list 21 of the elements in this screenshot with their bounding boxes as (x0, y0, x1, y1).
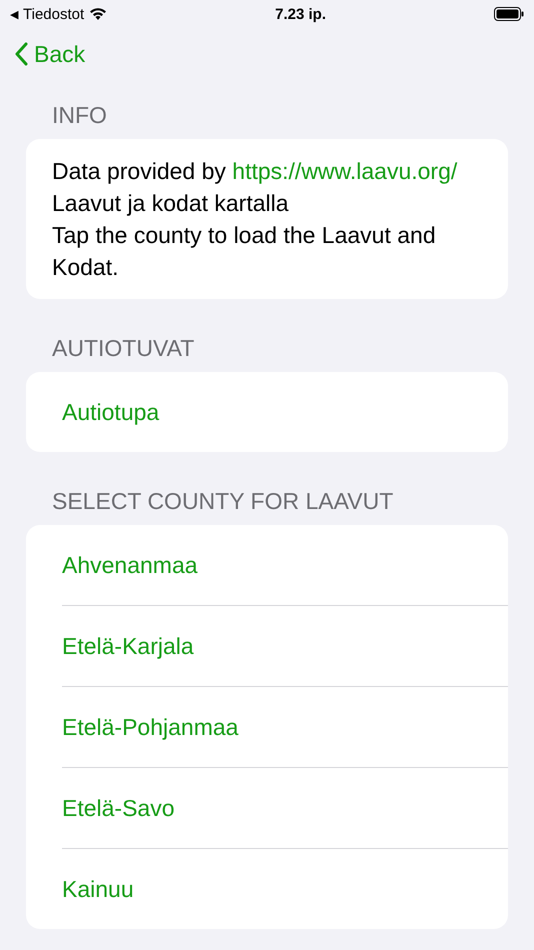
chevron-left-icon (14, 42, 28, 66)
back-indicator[interactable]: ◀ (10, 8, 18, 20)
website-link[interactable]: https://www.laavu.org/ (232, 158, 458, 184)
battery-icon (494, 7, 524, 21)
status-time: 7.23 ip. (275, 6, 326, 22)
section-header: INFO (52, 102, 108, 129)
info-text: Tap the county to load the Laavut and Kodat. (52, 221, 437, 282)
section-header: SELECT COUNTY FOR LAAVUT (52, 488, 394, 515)
wifi-icon (89, 7, 108, 21)
list-item[interactable]: Kainuu (62, 848, 508, 929)
back-app-label[interactable]: Tiedostot (23, 6, 84, 22)
back-button[interactable]: Back (14, 40, 86, 68)
list-item[interactable]: Ahvenanmaa (62, 525, 508, 605)
back-label[interactable]: Back (34, 40, 86, 68)
list-item[interactable]: Etelä-Savo (62, 767, 508, 848)
info-text: Data provided by https://www.laavu.org/ (52, 157, 458, 186)
list-item[interactable]: Etelä-Pohjanmaa (62, 686, 508, 767)
list-item[interactable]: Etelä-Karjala (62, 605, 508, 686)
list-item[interactable]: Autiotupa (62, 372, 508, 452)
info-text: Laavut ja kodat kartalla (52, 189, 290, 218)
section-header: AUTIOTUVAT (52, 335, 196, 362)
